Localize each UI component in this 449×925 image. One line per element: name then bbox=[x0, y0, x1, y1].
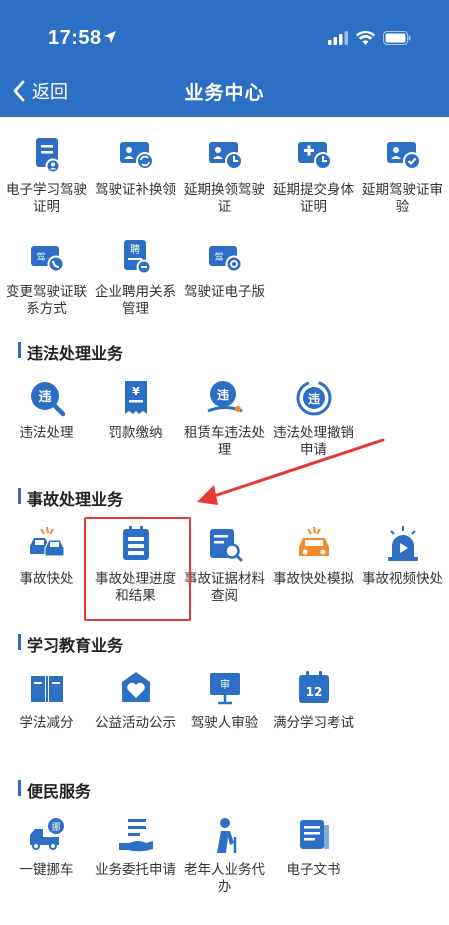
service-move-car[interactable]: 挪 一键挪车 bbox=[2, 815, 91, 878]
svg-text:挪: 挪 bbox=[51, 821, 60, 833]
service-label: 一键挪车 bbox=[19, 862, 74, 877]
section-title-accidents: 事故处理业务 bbox=[18, 486, 123, 510]
service-delegate[interactable]: 业务委托申请 bbox=[91, 815, 180, 878]
section-title-violations: 违法处理业务 bbox=[18, 340, 123, 364]
nav-bar: 返回 业务中心 bbox=[0, 72, 449, 112]
service-full-score-exam[interactable]: 12 满分学习考试 bbox=[269, 668, 358, 731]
evidence-search-icon bbox=[209, 529, 242, 562]
service-rental-violation[interactable]: 违 租赁车违法处理 bbox=[180, 378, 269, 458]
license-clock-icon bbox=[208, 142, 243, 170]
service-accident-video[interactable]: 事故视频快处 bbox=[358, 524, 447, 587]
section-title-convenience: 便民服务 bbox=[18, 778, 91, 802]
status-icons bbox=[328, 31, 411, 45]
service-label: 罚款缴纳 bbox=[108, 425, 163, 440]
car-crash-icon bbox=[29, 526, 64, 557]
license-phone-icon: 驾 bbox=[30, 246, 64, 273]
service-extend-license-review[interactable]: 延期驾驶证审验 bbox=[358, 135, 447, 215]
status-time: 17:58 bbox=[48, 27, 102, 49]
svg-text:聘: 聘 bbox=[130, 243, 140, 256]
service-e-document[interactable]: 电子文书 bbox=[269, 815, 358, 878]
elder-person-icon bbox=[216, 818, 236, 853]
violation-search-icon: 违 bbox=[30, 382, 65, 417]
service-change-contact[interactable]: 驾 变更驾驶证联系方式 bbox=[2, 237, 91, 317]
svg-text:¥: ¥ bbox=[132, 385, 140, 398]
fine-receipt-icon: ¥ bbox=[124, 381, 147, 414]
signal-icon bbox=[328, 31, 348, 45]
service-label: 业务委托申请 bbox=[95, 862, 176, 877]
video-alarm-icon bbox=[387, 526, 418, 561]
service-label: 驾驶证补换领 bbox=[95, 182, 176, 197]
service-label: 企业聘用关系管理 bbox=[95, 284, 176, 316]
service-evidence-review[interactable]: 事故证据材料查阅 bbox=[180, 524, 269, 604]
service-label: 租赁车违法处理 bbox=[184, 425, 265, 457]
service-label: 事故快处模拟 bbox=[273, 571, 354, 586]
service-fine-payment[interactable]: ¥ 罚款缴纳 bbox=[91, 378, 180, 441]
service-electronic-license[interactable]: 驾 驾驶证电子版 bbox=[180, 237, 269, 300]
service-label: 事故证据材料查阅 bbox=[184, 571, 265, 603]
review-board-icon: 审 bbox=[209, 673, 240, 705]
svg-text:违: 违 bbox=[307, 391, 319, 406]
delegate-hand-icon bbox=[118, 819, 153, 852]
service-violation-handling[interactable]: 违 违法处理 bbox=[2, 378, 91, 441]
tow-truck-icon: 挪 bbox=[29, 818, 64, 850]
service-label: 驾驶人审验 bbox=[190, 715, 259, 730]
app-header: 17:58 返回 业务中心 bbox=[0, 0, 449, 117]
section-title-education: 学习教育业务 bbox=[18, 632, 123, 656]
service-label: 违法处理 bbox=[19, 425, 74, 440]
service-electronic-study-proof[interactable]: 电子学习驾驶证明 bbox=[2, 135, 91, 215]
service-driver-review[interactable]: 审 驾驶人审验 bbox=[180, 668, 269, 731]
svg-text:违: 违 bbox=[38, 389, 51, 405]
employ-doc-icon: 聘 bbox=[123, 240, 151, 275]
book-icon bbox=[30, 676, 63, 702]
service-accident-quick[interactable]: 事故快处 bbox=[2, 524, 91, 587]
license-check-icon bbox=[386, 142, 421, 170]
license-swap-icon bbox=[119, 142, 154, 170]
service-elder-proxy[interactable]: 老年人业务代办 bbox=[180, 815, 269, 895]
service-label: 违法处理撤销申请 bbox=[273, 425, 354, 457]
svg-text:审: 审 bbox=[220, 678, 230, 691]
service-label: 变更驾驶证联系方式 bbox=[6, 284, 87, 316]
service-label: 电子学习驾驶证明 bbox=[6, 182, 87, 214]
service-label: 延期驾驶证审验 bbox=[362, 182, 443, 214]
service-label: 事故快处 bbox=[19, 571, 74, 586]
svg-text:12: 12 bbox=[305, 685, 322, 699]
svg-text:违: 违 bbox=[216, 387, 228, 402]
service-label: 事故视频快处 bbox=[362, 571, 443, 586]
service-extend-medical-proof[interactable]: 延期提交身体证明 bbox=[269, 135, 358, 215]
service-label: 公益活动公示 bbox=[95, 715, 176, 730]
service-label: 驾驶证电子版 bbox=[184, 284, 265, 299]
location-arrow-icon bbox=[104, 31, 116, 43]
calendar-12-icon: 12 bbox=[298, 671, 329, 703]
service-label: 学法减分 bbox=[19, 715, 74, 730]
service-label: 满分学习考试 bbox=[273, 715, 354, 730]
service-extend-license-renewal[interactable]: 延期换领驾驶证 bbox=[180, 135, 269, 215]
e-document-icon bbox=[299, 820, 329, 849]
rental-violation-icon: 违 bbox=[206, 381, 243, 413]
service-employment-management[interactable]: 聘 企业聘用关系管理 bbox=[91, 237, 180, 317]
wifi-icon bbox=[356, 31, 375, 45]
charity-heart-icon bbox=[121, 672, 150, 702]
service-label: 延期换领驾驶证 bbox=[184, 182, 265, 214]
svg-text:驾: 驾 bbox=[36, 252, 45, 263]
service-label: 电子文书 bbox=[286, 862, 341, 877]
page-title: 业务中心 bbox=[184, 83, 265, 104]
highlight-box bbox=[84, 517, 191, 621]
service-license-replace[interactable]: 驾驶证补换领 bbox=[91, 135, 180, 198]
crash-sim-icon bbox=[298, 526, 329, 556]
license-digital-icon: 驾 bbox=[208, 246, 242, 273]
svg-text:驾: 驾 bbox=[214, 252, 223, 263]
service-charity-public[interactable]: 公益活动公示 bbox=[91, 668, 180, 731]
service-accident-simulation[interactable]: 事故快处模拟 bbox=[269, 524, 358, 587]
service-study-deduct[interactable]: 学法减分 bbox=[2, 668, 91, 731]
service-label: 老年人业务代办 bbox=[184, 862, 265, 894]
license-doc-icon bbox=[35, 138, 60, 174]
violation-cancel-icon: 违 bbox=[296, 380, 331, 416]
service-label: 延期提交身体证明 bbox=[273, 182, 354, 214]
battery-icon bbox=[383, 31, 411, 45]
service-violation-cancel[interactable]: 违 违法处理撤销申请 bbox=[269, 378, 358, 458]
medical-clock-icon bbox=[297, 142, 332, 170]
